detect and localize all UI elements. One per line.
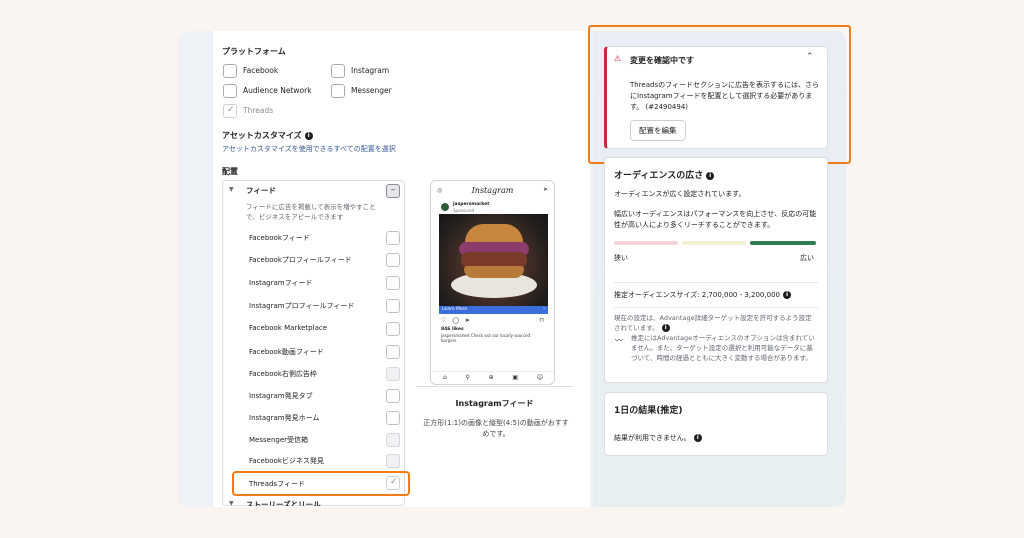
action-icons: ♡ ◯ ➤ [441,317,472,324]
preview-bottom-nav: ⌂ ⚲ ⊕ ▣ ☺ [443,374,543,381]
cta-label: Learn More [442,307,468,312]
placement-item-messenger-inbox: Messenger受信箱 [249,436,309,444]
preview-likes: 846 likes [441,327,464,332]
placement-item-facebook-right-column: Facebook右側広告枠 [249,370,317,378]
audience-title: オーディエンスの広さ i [614,168,715,181]
instagram-explore-home-checkbox[interactable] [386,411,400,425]
facebook-checkbox[interactable] [223,64,237,78]
audience-narrow-label: 狭い [614,254,628,262]
placement-item-instagram-explore-home: Instagram発見ホーム [249,414,320,422]
chevron-right-icon: › [543,306,545,312]
audience-description: 幅広いオーディエンスはパフォーマンスを向上させ、反応の可能性が高い人により多くリ… [614,210,817,229]
instagram-explore-tab-checkbox[interactable] [386,389,400,403]
info-icon[interactable]: i [693,434,702,442]
info-icon[interactable]: i [782,291,791,299]
placement-item-facebook-business-explore: Facebookビジネス発見 [249,457,324,465]
cta-bar[interactable]: Learn More › [439,306,548,314]
facebook-right-column-checkbox[interactable] [386,367,400,381]
messenger-label: Messenger [351,86,392,95]
audience-network-checkbox[interactable] [223,84,237,98]
preview-app-name: Instagram [471,186,514,195]
preview-divider [416,386,573,387]
threads-feed-highlight [232,471,410,496]
facebook-marketplace-checkbox[interactable] [386,322,400,336]
burger-photo [439,214,548,306]
audience-note-advantage: 現在の設定は、Advantage詳細ターゲット設定を許可するよう設定されています… [614,314,812,332]
messenger-inbox-checkbox[interactable] [386,433,400,447]
instagram-checkbox[interactable] [331,64,345,78]
audience-meter-broad [750,241,816,245]
facebook-label: Facebook [243,66,279,75]
placement-item-facebook-video-feed: Facebook動画フィード [249,348,324,356]
audience-meter-mid [682,241,746,245]
platforms-title: プラットフォーム [222,47,286,56]
instagram-profile-feed-checkbox[interactable] [386,299,400,313]
daily-results-text: 結果が利用できません。 i [614,433,702,444]
preview-description: 正方形(1:1)の画像と縦型(4:5)の動画がおすすめです。 [423,419,569,438]
ad-preview: ◎ Instagram ➤ jaspersmarket Sponsored Le… [430,180,555,385]
alert-highlight [588,25,851,164]
asset-customize-link[interactable]: アセットカスタマイズを使用できるすべての配置を選択 [222,144,396,154]
instagram-label: Instagram [351,66,390,75]
audience-meter-narrow [614,241,678,245]
avatar [441,203,449,211]
trend-icon: 〰 [615,336,623,345]
facebook-video-feed-checkbox[interactable] [386,345,400,359]
feed-group-title: フィード [246,186,276,195]
audience-size: 推定オーディエンスサイズ: 2,700,000 - 3,200,000 i [614,290,791,301]
stories-reels-group-title: ストーリーズとリール [246,500,321,506]
bookmark-icon: ⊓ [539,317,544,324]
asset-customize-title: アセットカスタマイズ i [222,130,313,141]
daily-results-title: 1日の結果(推定) [614,406,683,416]
send-icon: ➤ [542,186,548,193]
preview-caption: jaspersmarket Check out our locally sour… [441,333,531,343]
info-icon[interactable]: i [304,131,313,140]
info-icon[interactable]: i [661,324,670,332]
facebook-business-explore-checkbox[interactable] [386,454,400,468]
placement-title: 配置 [222,167,238,176]
preview-account: jaspersmarket [453,202,490,207]
placement-item-facebook-feed: Facebookフィード [249,234,310,242]
preview-sponsored: Sponsored [453,208,475,213]
placement-item-facebook-profile-feed: Facebookプロフィールフィード [249,256,352,264]
audience-note-estimate: 推定にはAdvantageオーディエンスのオプションは含まれていません。また、タ… [631,334,815,362]
check-icon: ✓ [227,105,235,115]
daily-results-card [604,392,828,456]
messenger-checkbox[interactable] [331,84,345,98]
placement-item-instagram-profile-feed: Instagramプロフィールフィード [249,302,355,310]
facebook-profile-feed-checkbox[interactable] [386,253,400,267]
placement-item-instagram-explore-tab: Instagram発見タブ [249,392,313,400]
facebook-feed-checkbox[interactable] [386,231,400,245]
collapse-arrow-icon[interactable]: ▼ [229,186,234,193]
threads-checkbox[interactable]: ✓ [223,104,237,118]
audience-network-label: Audience Network [243,86,312,95]
preview-title: Instagramフィード [455,399,534,408]
audience-status: オーディエンスが広く設定されています。 [614,190,746,198]
info-icon[interactable]: i [706,171,715,180]
threads-label: Threads [243,106,274,115]
placement-item-facebook-marketplace: Facebook Marketplace [249,324,328,332]
placement-item-instagram-feed: Instagramフィード [249,279,313,287]
feed-group-checkbox[interactable]: – [386,184,400,198]
collapse-arrow-icon[interactable]: ▼ [229,500,234,507]
feed-group-description: フィードに広告を掲載して表示を増やすことで、ビジネスをアピールできます [246,203,376,221]
audience-broad-label: 広い [800,254,814,262]
instagram-feed-checkbox[interactable] [386,276,400,290]
